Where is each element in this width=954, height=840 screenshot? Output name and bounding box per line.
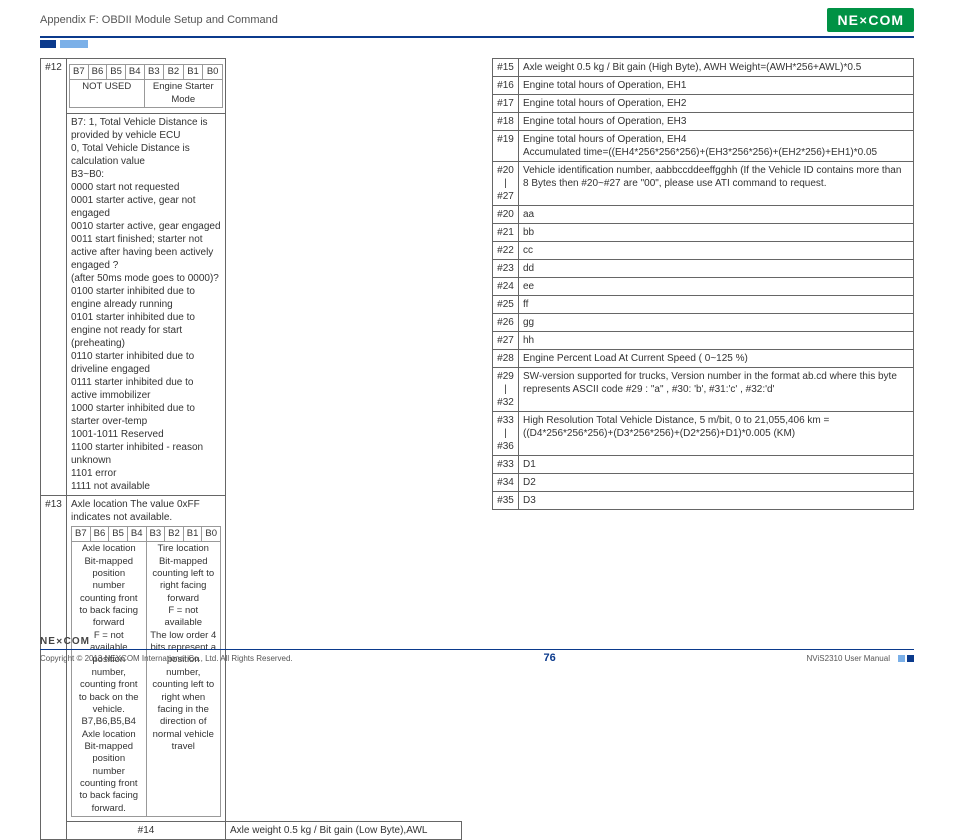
- bit-b3: B3: [144, 65, 164, 80]
- row14-text: Axle weight 0.5 kg / Bit gain (Low Byte)…: [226, 821, 462, 839]
- left-table: #12 B7 B6 B5 B4 B3 B2 B1 B0: [40, 58, 462, 840]
- row-index: #24: [493, 278, 519, 296]
- footer-logo: NE✕COM: [40, 636, 914, 647]
- row-index: #33 | #36: [493, 412, 519, 456]
- row-text: SW-version supported for trucks, Version…: [519, 368, 914, 412]
- row-text: aa: [519, 206, 914, 224]
- nexcom-logo: NE✕COM: [827, 8, 914, 32]
- row-index: #25: [493, 296, 519, 314]
- bit-b0-13: B0: [202, 527, 221, 542]
- row-text: Engine total hours of Operation, EH4 Acc…: [519, 131, 914, 162]
- bit-b5: B5: [107, 65, 126, 80]
- row-text: bb: [519, 224, 914, 242]
- row-text: Axle weight 0.5 kg / Bit gain (High Byte…: [519, 59, 914, 77]
- row-index: #27: [493, 332, 519, 350]
- row-text: cc: [519, 242, 914, 260]
- row-text: Engine total hours of Operation, EH3: [519, 113, 914, 131]
- page-number: 76: [543, 652, 555, 664]
- row-index: #21: [493, 224, 519, 242]
- row-index: #33: [493, 456, 519, 474]
- row-index: #17: [493, 95, 519, 113]
- right-table: #15Axle weight 0.5 kg / Bit gain (High B…: [492, 58, 914, 510]
- row13-right-desc: Tire location Bit-mapped counting left t…: [146, 542, 221, 817]
- row12-index: #12: [41, 59, 67, 496]
- row-index: #26: [493, 314, 519, 332]
- row-text: D2: [519, 474, 914, 492]
- row-index: #22: [493, 242, 519, 260]
- bit-b3-13: B3: [146, 527, 165, 542]
- row-text: D1: [519, 456, 914, 474]
- row-index: #35: [493, 492, 519, 510]
- row-index: #20 | #27: [493, 162, 519, 206]
- row-index: #18: [493, 113, 519, 131]
- left-column: #12 B7 B6 B5 B4 B3 B2 B1 B0: [40, 58, 462, 840]
- bits-table-12: B7 B6 B5 B4 B3 B2 B1 B0 NOT USED Engine …: [69, 64, 223, 108]
- row-index: #16: [493, 77, 519, 95]
- bit-b7: B7: [70, 65, 89, 80]
- not-used-label: NOT USED: [70, 80, 145, 108]
- accent-bar: [40, 40, 954, 48]
- page-content: #12 B7 B6 B5 B4 B3 B2 B1 B0: [0, 58, 954, 840]
- row-text: Vehicle identification number, aabbccdde…: [519, 162, 914, 206]
- row-index: #20: [493, 206, 519, 224]
- row-text: ff: [519, 296, 914, 314]
- right-column: #15Axle weight 0.5 kg / Bit gain (High B…: [492, 58, 914, 840]
- row-text: D3: [519, 492, 914, 510]
- page-footer: NE✕COM Copyright © 2013 NEXCOM Internati…: [0, 636, 954, 665]
- bit-b2: B2: [164, 65, 184, 80]
- bit-b2-13: B2: [165, 527, 184, 542]
- row13-index: #13: [41, 496, 67, 840]
- row-text: Engine total hours of Operation, EH2: [519, 95, 914, 113]
- row-index: #23: [493, 260, 519, 278]
- bit-b6-13: B6: [90, 527, 109, 542]
- row14-index: #14: [67, 821, 226, 839]
- copyright-text: Copyright © 2013 NEXCOM International Co…: [40, 654, 293, 663]
- row12-bits-cell: B7 B6 B5 B4 B3 B2 B1 B0 NOT USED Engine …: [67, 59, 226, 114]
- page-header: Appendix F: OBDII Module Setup and Comma…: [0, 0, 954, 36]
- row-index: #29 | #32: [493, 368, 519, 412]
- row13-left-desc: Axle location Bit-mapped position number…: [72, 542, 147, 817]
- row-text: Engine Percent Load At Current Speed ( 0…: [519, 350, 914, 368]
- row13-heading: Axle location The value 0xFF indicates n…: [71, 498, 221, 524]
- row-text: dd: [519, 260, 914, 278]
- footer-accent: [896, 655, 914, 662]
- bit-b7-13: B7: [72, 527, 91, 542]
- row-text: High Resolution Total Vehicle Distance, …: [519, 412, 914, 456]
- bit-b4-13: B4: [127, 527, 146, 542]
- appendix-title: Appendix F: OBDII Module Setup and Comma…: [40, 14, 278, 26]
- row-text: ee: [519, 278, 914, 296]
- bit-b1-13: B1: [183, 527, 202, 542]
- row-index: #15: [493, 59, 519, 77]
- bit-b5-13: B5: [109, 527, 128, 542]
- bits-table-13: B7 B6 B5 B4 B3 B2 B1 B0 Axle location Bi…: [71, 526, 221, 817]
- header-divider: [40, 36, 914, 38]
- bit-b0: B0: [203, 65, 223, 80]
- row-text: Engine total hours of Operation, EH1: [519, 77, 914, 95]
- bit-b6: B6: [88, 65, 107, 80]
- engine-starter-mode-label: Engine Starter Mode: [144, 80, 223, 108]
- footer-line: Copyright © 2013 NEXCOM International Co…: [40, 652, 914, 664]
- row-text: hh: [519, 332, 914, 350]
- manual-name: NViS2310 User Manual: [807, 654, 890, 663]
- row-text: gg: [519, 314, 914, 332]
- row-index: #19: [493, 131, 519, 162]
- bit-b4: B4: [125, 65, 144, 80]
- row-index: #34: [493, 474, 519, 492]
- row-index: #28: [493, 350, 519, 368]
- footer-divider: [40, 649, 914, 651]
- bit-b1: B1: [183, 65, 203, 80]
- row12-body: B7: 1, Total Vehicle Distance is provide…: [67, 114, 226, 496]
